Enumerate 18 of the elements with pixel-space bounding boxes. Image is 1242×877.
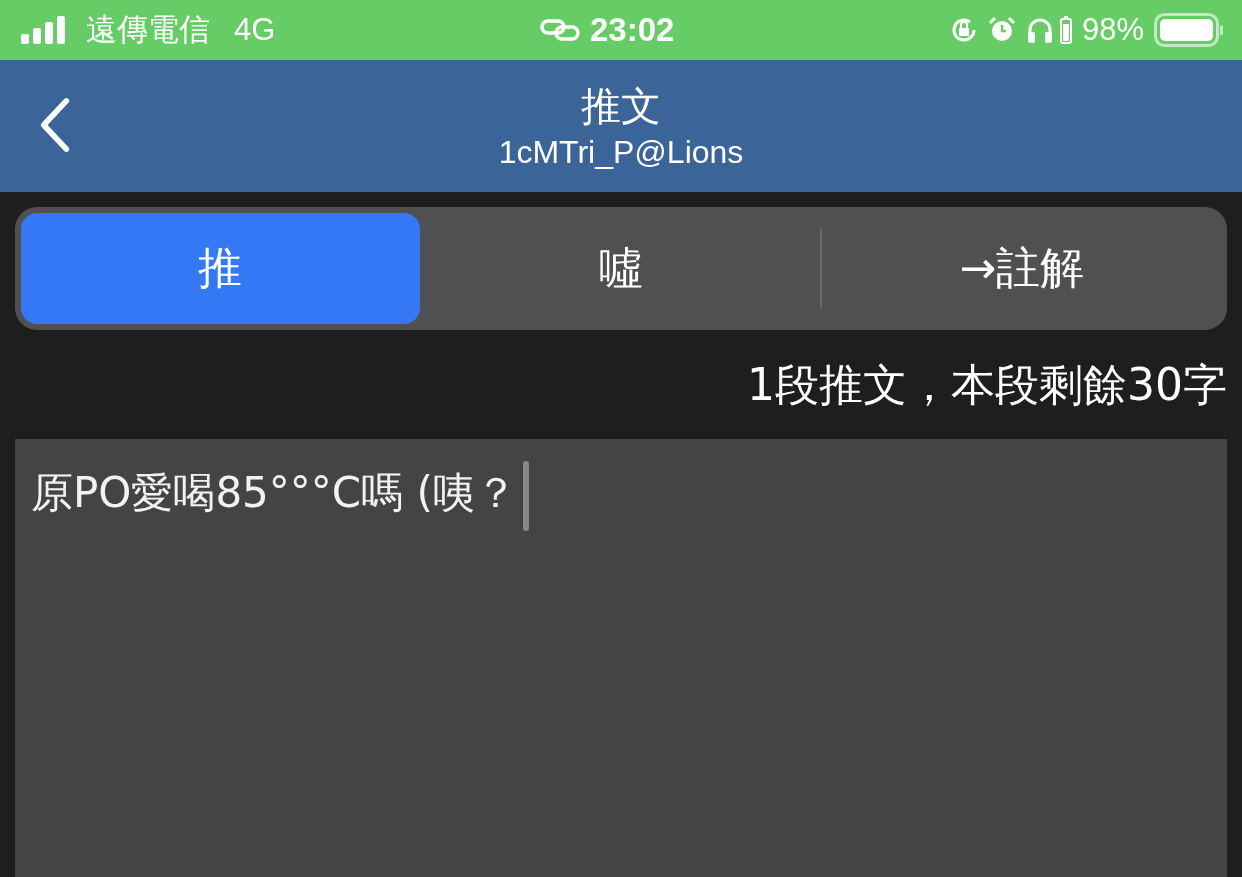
segment-tab[interactable]: 噓	[421, 213, 821, 324]
carrier-name: 遠傳電信	[86, 11, 210, 49]
clock-time: 23:02	[590, 11, 675, 49]
comment-input-field[interactable]: 原PO愛喝85°°°C嗎 (咦？	[15, 439, 1227, 877]
headphones-icon	[1025, 16, 1054, 44]
battery-icon	[1059, 16, 1072, 44]
screen-subtitle: 1cMTri_P@Lions	[498, 133, 744, 172]
battery-icon	[1154, 13, 1224, 47]
screen-title: 推文	[581, 82, 661, 131]
alarm-icon	[987, 16, 1016, 44]
segment-tab[interactable]: 推	[21, 213, 420, 324]
battery-percentage: 98%	[1081, 12, 1144, 48]
text-cursor	[522, 461, 529, 531]
link-icon	[540, 18, 580, 42]
network-type: 4G	[234, 12, 276, 48]
character-counter: 1段推文，本段剩餘30字	[746, 358, 1227, 412]
rotation-lock-icon	[949, 16, 978, 44]
segment-tab[interactable]: →註解	[822, 213, 1221, 324]
